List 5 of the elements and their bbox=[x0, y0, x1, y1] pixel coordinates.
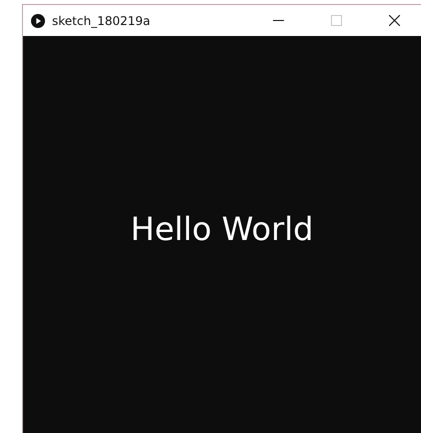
close-icon bbox=[388, 15, 400, 26]
window-title: sketch_180219a bbox=[52, 14, 152, 28]
canvas-text: Hello World bbox=[130, 210, 314, 248]
maximize-icon bbox=[330, 15, 342, 26]
play-icon bbox=[31, 14, 45, 28]
